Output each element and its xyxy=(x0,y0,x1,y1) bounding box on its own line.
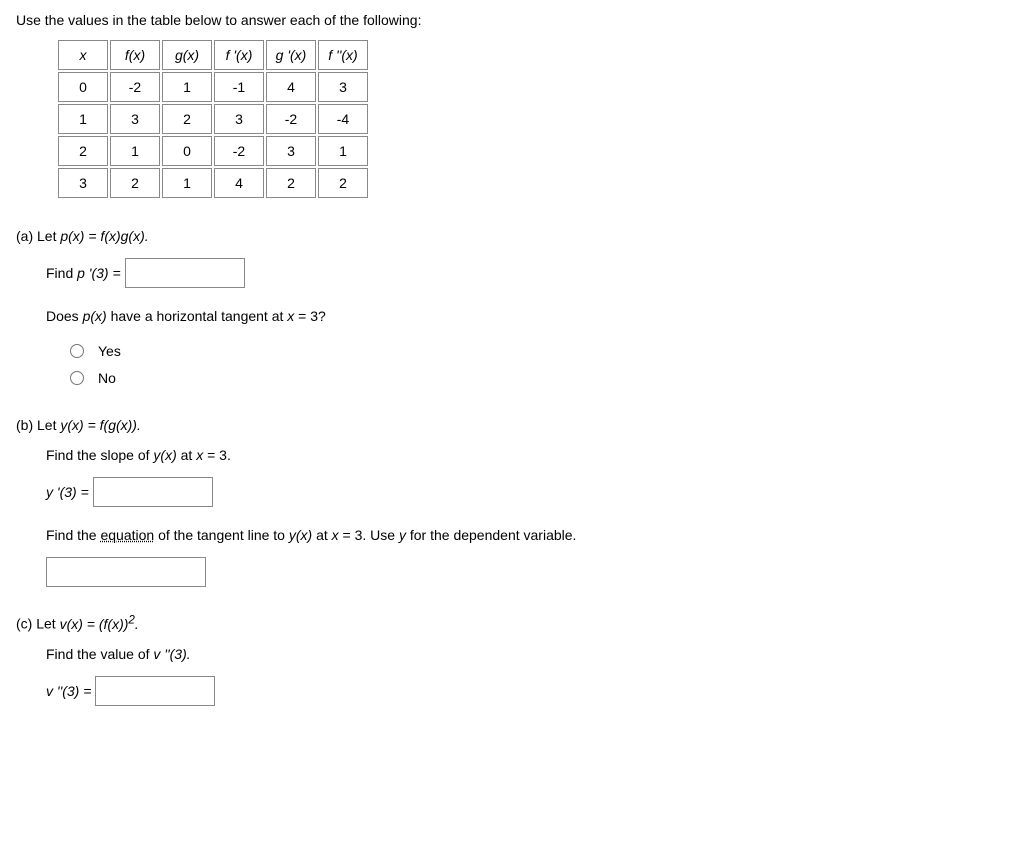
table-cell: 4 xyxy=(214,168,264,198)
part-a-find: Find p '(3) = xyxy=(46,258,1008,288)
table-cell: 3 xyxy=(58,168,108,198)
table-cell: 2 xyxy=(266,168,316,198)
part-b-definition: (b) Let y(x) = f(g(x)). xyxy=(16,417,1008,433)
col-header: f ''(x) xyxy=(318,40,368,70)
col-header: g '(x) xyxy=(266,40,316,70)
table-row: 3 2 1 4 2 2 xyxy=(58,168,368,198)
table-cell: 3 xyxy=(110,104,160,134)
table-cell: 2 xyxy=(110,168,160,198)
v-double-prime-3-input[interactable] xyxy=(95,676,215,706)
table-cell: -2 xyxy=(110,72,160,102)
table-header-row: x f(x) g(x) f '(x) g '(x) f ''(x) xyxy=(58,40,368,70)
tangent-radio-group: Yes No xyxy=(70,338,1008,391)
table-cell: 1 xyxy=(58,104,108,134)
radio-no-label: No xyxy=(98,365,116,392)
table-cell: 1 xyxy=(162,72,212,102)
table-cell: 2 xyxy=(318,168,368,198)
table-cell: 1 xyxy=(318,136,368,166)
table-cell: -2 xyxy=(266,104,316,134)
table-cell: 3 xyxy=(214,104,264,134)
part-a-tangent-question: Does p(x) have a horizontal tangent at x… xyxy=(46,308,1008,324)
col-header: f '(x) xyxy=(214,40,264,70)
part-b-find: y '(3) = xyxy=(46,477,1008,507)
intro-text: Use the values in the table below to ans… xyxy=(16,12,1008,28)
table-row: 2 1 0 -2 3 1 xyxy=(58,136,368,166)
part-a-definition: (a) Let p(x) = f(x)g(x). xyxy=(16,228,1008,244)
col-header: f(x) xyxy=(110,40,160,70)
part-c-find-text: Find the value of v ''(3). xyxy=(46,646,1008,662)
table-cell: 0 xyxy=(162,136,212,166)
table-row: 0 -2 1 -1 4 3 xyxy=(58,72,368,102)
part-b-tangent-input-row xyxy=(46,557,1008,587)
part-c-find: v ''(3) = xyxy=(46,676,1008,706)
values-table: x f(x) g(x) f '(x) g '(x) f ''(x) 0 -2 1… xyxy=(56,38,370,200)
table-cell: -1 xyxy=(214,72,264,102)
table-cell: 3 xyxy=(318,72,368,102)
table-cell: -2 xyxy=(214,136,264,166)
table-cell: -4 xyxy=(318,104,368,134)
table-row: 1 3 2 3 -2 -4 xyxy=(58,104,368,134)
p-prime-3-input[interactable] xyxy=(125,258,245,288)
y-prime-3-input[interactable] xyxy=(93,477,213,507)
radio-yes-label: Yes xyxy=(98,338,121,365)
part-c-definition: (c) Let v(x) = (f(x))2. xyxy=(16,613,1008,632)
tangent-line-input[interactable] xyxy=(46,557,206,587)
part-c: (c) Let v(x) = (f(x))2. Find the value o… xyxy=(16,613,1008,706)
table-cell: 3 xyxy=(266,136,316,166)
radio-yes[interactable] xyxy=(70,344,84,358)
table-cell: 2 xyxy=(162,104,212,134)
table-cell: 4 xyxy=(266,72,316,102)
col-header: x xyxy=(58,40,108,70)
table-cell: 2 xyxy=(58,136,108,166)
part-b-tangent-line-text: Find the equation of the tangent line to… xyxy=(46,527,1008,543)
part-b-slope-text: Find the slope of y(x) at x = 3. xyxy=(46,447,1008,463)
part-b: (b) Let y(x) = f(g(x)). Find the slope o… xyxy=(16,417,1008,587)
col-header: g(x) xyxy=(162,40,212,70)
table-cell: 1 xyxy=(110,136,160,166)
table-cell: 1 xyxy=(162,168,212,198)
table-cell: 0 xyxy=(58,72,108,102)
radio-no[interactable] xyxy=(70,371,84,385)
part-a: (a) Let p(x) = f(x)g(x). Find p '(3) = D… xyxy=(16,228,1008,391)
